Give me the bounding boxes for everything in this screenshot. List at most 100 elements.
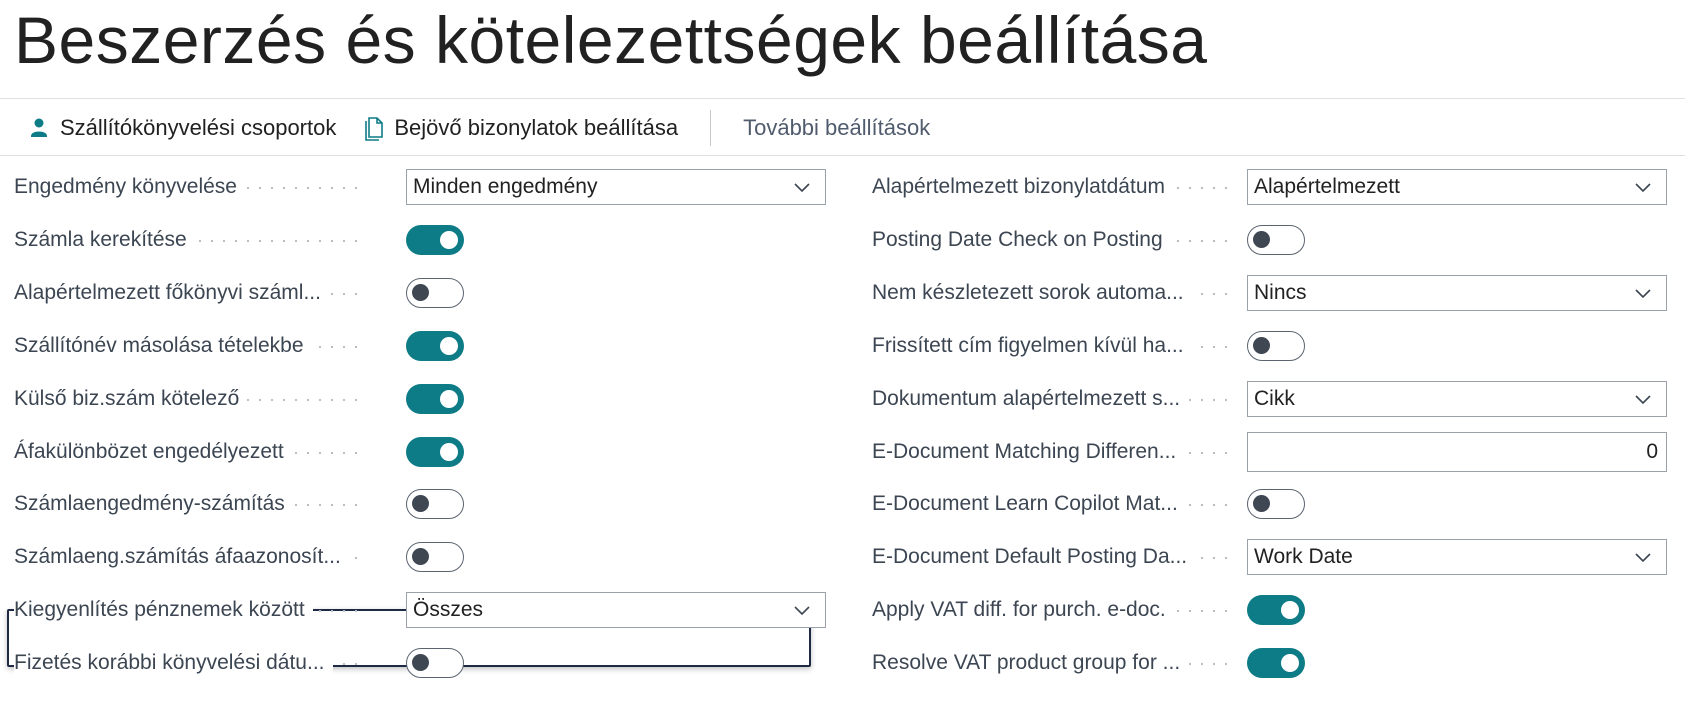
chevron-down-icon <box>1635 289 1651 298</box>
field-label: Külső biz.szám kötelező <box>14 377 374 421</box>
field-row-szamlaeng-szamitas-afaazonosit: Számlaeng.számítás áfaazonosít... <box>14 535 464 579</box>
field-label: Alapértelmezett bizonylatdátum <box>872 165 1247 209</box>
field-label-text: Engedmény könyvelése <box>14 175 245 199</box>
field-label-text: Apply VAT diff. for purch. e-doc. <box>872 598 1174 623</box>
alapertelmezett-fokonyvi-szaml-toggle[interactable] <box>406 277 464 308</box>
frissitett-cim-figyelmen-kivul-ha-toggle[interactable] <box>1247 330 1305 361</box>
chevron-down-icon <box>1635 553 1651 563</box>
field-label-text: Nem készletezett sorok automa... <box>872 280 1192 305</box>
field-label-text: Resolve VAT product group for ... <box>872 651 1189 676</box>
szamlaeng-szamitas-afaazonosit-toggle[interactable] <box>406 542 464 573</box>
field-label-text: Alapértelmezett főkönyvi száml... <box>14 280 329 305</box>
dokumentum-alapertelmezett-s-select[interactable]: Cikk <box>1247 380 1667 417</box>
toggle-knob <box>440 389 458 408</box>
field-label: Dokumentum alapértelmezett s... <box>872 377 1247 421</box>
field-row-e-document-learn-copilot-mat: E-Document Learn Copilot Mat... <box>872 482 1305 526</box>
person-icon <box>28 116 50 140</box>
more-settings-label: További beállítások <box>743 115 931 140</box>
field-row-e-document-default-posting-da: E-Document Default Posting Da... Work Dat… <box>872 535 1667 579</box>
field-label: Engedmény könyvelése <box>14 165 374 209</box>
field-label-text: Frissített cím figyelmen kívül ha... <box>872 333 1192 358</box>
toggle-knob <box>1253 495 1270 513</box>
szallitonev-masolasa-tetelekbe-toggle[interactable] <box>406 330 464 361</box>
field-label-text: Alapértelmezett bizonylatdátum <box>872 175 1173 199</box>
field-label-text: Fizetés korábbi könyvelési dátu... <box>14 651 333 676</box>
field-row-alapertelmezett-bizonylatdatum: Alapértelmezett bizonylatdátum Alapértelm… <box>872 165 1667 209</box>
chevron-down-icon <box>1635 395 1651 404</box>
e-document-default-posting-da-select[interactable]: Work Date <box>1247 539 1667 576</box>
toggle-knob <box>440 230 458 249</box>
field-label-text: Posting Date Check on Posting <box>872 227 1171 252</box>
e-document-learn-copilot-mat-toggle[interactable] <box>1247 489 1305 520</box>
field-label: Számlaengedmény-számítás <box>14 482 374 526</box>
toggle-knob <box>1253 336 1270 354</box>
page-title: Beszerzés és kötelezettségek beállítása <box>14 3 1208 77</box>
field-label-text: Szállítónév másolása tételekbe <box>14 333 312 358</box>
select-value: Cikk <box>1254 386 1295 410</box>
posting-date-check-on-posting-toggle[interactable] <box>1247 224 1305 255</box>
field-label: E-Document Learn Copilot Mat... <box>872 482 1247 526</box>
toggle-knob <box>412 548 429 566</box>
field-label: Fizetés korábbi könyvelési dátu... <box>14 641 374 685</box>
more-settings-action[interactable]: További beállítások <box>743 115 930 141</box>
action-separator <box>710 110 712 146</box>
field-row-frissitett-cim-figyelmen-kivul-ha: Frissített cím figyelmen kívül ha... <box>872 324 1305 368</box>
alapertelmezett-bizonylatdatum-select[interactable]: Alapértelmezett <box>1247 169 1667 205</box>
field-label: Resolve VAT product group for ... <box>872 641 1247 685</box>
field-row-engedmeny-konyvelese: Engedmény könyvelése Minden engedmény <box>14 165 826 209</box>
toggle-knob <box>412 495 429 513</box>
field-row-resolve-vat-product-group-for: Resolve VAT product group for ... <box>872 641 1305 685</box>
field-row-szamla-kerekitese: Számla kerekítése <box>14 218 464 262</box>
field-label: Posting Date Check on Posting <box>872 218 1247 262</box>
field-row-alapertelmezett-fokonyvi-szaml: Alapértelmezett főkönyvi száml... <box>14 271 464 315</box>
toggle-knob <box>412 283 429 301</box>
field-label: Számlaeng.számítás áfaazonosít... <box>14 535 374 579</box>
field-label: Szállítónév másolása tételekbe <box>14 324 374 368</box>
select-value: Minden engedmény <box>413 175 598 198</box>
field-row-nem-keszletezett-sorok-automa: Nem készletezett sorok automa... Nincs <box>872 271 1667 315</box>
kiegyenlites-penznemek-kozott-select[interactable]: Összes <box>406 592 826 629</box>
chevron-down-icon <box>1635 183 1651 193</box>
afakulonbozet-engedelyezett-toggle[interactable] <box>406 436 464 467</box>
field-label-text: E-Document Matching Differen... <box>872 439 1185 464</box>
toggle-knob <box>440 442 458 461</box>
select-value: Nincs <box>1254 280 1307 304</box>
incoming-docs-setup-label: Bejövő bizonylatok beállítása <box>394 115 679 140</box>
chevron-down-icon <box>794 183 810 193</box>
field-row-szamlaengedmeny-szamitas: Számlaengedmény-számítás <box>14 482 464 526</box>
action-bar-divider <box>0 155 1685 156</box>
apply-vat-diff-for-purch-e-doc-toggle[interactable] <box>1247 595 1305 626</box>
engedmeny-konyvelese-select[interactable]: Minden engedmény <box>406 169 826 205</box>
incoming-docs-setup-action[interactable]: Bejövő bizonylatok beállítása <box>362 115 678 141</box>
select-value: Összes <box>413 598 484 622</box>
kulso-biz-szam-kotelezo-toggle[interactable] <box>406 383 464 414</box>
field-label-text: E-Document Default Posting Da... <box>872 545 1196 570</box>
szamlaengedmeny-szamitas-toggle[interactable] <box>406 489 464 520</box>
field-label: Kiegyenlítés pénznemek között <box>14 588 374 632</box>
field-row-szallitonev-masolasa-tetelekbe: Szállítónév másolása tételekbe <box>14 324 464 368</box>
field-label: Számla kerekítése <box>14 218 374 262</box>
field-row-fizetes-korabbi-konyvelesi-datu: Fizetés korábbi könyvelési dátu... <box>14 641 464 685</box>
documents-icon <box>362 116 384 141</box>
field-label: Áfakülönbözet engedélyezett <box>14 430 374 474</box>
field-label-text: Áfakülönbözet engedélyezett <box>14 439 292 464</box>
field-label-text: Számlaeng.számítás áfaazonosít... <box>14 545 349 570</box>
vendor-posting-groups-action[interactable]: Szállítókönyvelési csoportok <box>28 115 336 141</box>
field-row-dokumentum-alapertelmezett-s: Dokumentum alapértelmezett s... Cikk <box>872 377 1667 421</box>
select-value: Alapértelmezett <box>1254 175 1400 198</box>
field-label-text: Számlaengedmény-számítás <box>14 492 293 517</box>
input-value: 0 <box>1646 439 1658 463</box>
resolve-vat-product-group-for-toggle[interactable] <box>1247 648 1305 679</box>
e-document-matching-differen-input[interactable]: 0 <box>1247 431 1667 472</box>
field-row-kulso-biz-szam-kotelezo: Külső biz.szám kötelező <box>14 377 464 421</box>
nem-keszletezett-sorok-automa-select[interactable]: Nincs <box>1247 274 1667 311</box>
field-label: Nem készletezett sorok automa... <box>872 271 1247 315</box>
szamla-kerekitese-toggle[interactable] <box>406 224 464 255</box>
toggle-knob <box>1281 654 1299 673</box>
title-divider <box>0 98 1685 99</box>
toggle-knob <box>1253 230 1270 248</box>
field-row-afakulonbozet-engedelyezett: Áfakülönbözet engedélyezett <box>14 430 464 474</box>
field-row-e-document-matching-differen: E-Document Matching Differen... 0 <box>872 430 1667 474</box>
field-row-apply-vat-diff-for-purch-e-doc: Apply VAT diff. for purch. e-doc. <box>872 588 1305 632</box>
fizetes-korabbi-konyvelesi-datu-toggle[interactable] <box>406 648 464 679</box>
